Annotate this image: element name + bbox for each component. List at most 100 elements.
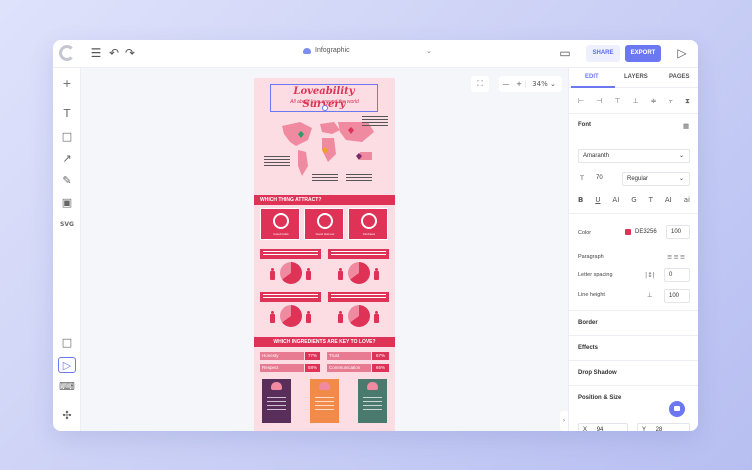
attract-card[interactable]: Good looks	[260, 208, 300, 240]
pie-chart[interactable]	[280, 262, 302, 284]
effects-section[interactable]: Effects	[578, 345, 598, 351]
draw-tool-icon[interactable]: ✎	[58, 173, 76, 189]
y-position-field[interactable]: Y 28	[637, 423, 690, 431]
font-family-select[interactable]: Amaranth ⌄	[578, 149, 690, 163]
canvas-area[interactable]: ⛶ — + 34% ⌄ Loveability Survery All abou…	[81, 68, 568, 431]
x-position-field[interactable]: X 94	[578, 423, 628, 431]
text-transform-button[interactable]: T	[649, 196, 653, 204]
map-annotation	[362, 116, 388, 128]
text-format-toolbar: B U AI G T AI ai	[578, 196, 690, 204]
distribute-icon[interactable]: ⧗	[685, 97, 690, 106]
pie-chart[interactable]	[280, 305, 302, 327]
pie-chart[interactable]	[348, 305, 370, 327]
comment-icon[interactable]: ▭	[558, 46, 572, 60]
section-heading[interactable]: WHICH THING ATTRACT?	[254, 195, 395, 205]
letter-spacing-icon: |↕|	[645, 271, 655, 279]
glyph-button[interactable]: G	[631, 196, 636, 204]
svg-tool-icon[interactable]: SVG	[58, 217, 76, 233]
lowercase-button[interactable]: ai	[684, 196, 690, 204]
person-icon	[338, 311, 343, 323]
question-box[interactable]	[260, 292, 321, 302]
letter-spacing-field[interactable]: 0	[664, 268, 690, 282]
share-button[interactable]: SHARE	[586, 45, 620, 62]
tab-pages[interactable]: PAGES	[669, 74, 690, 80]
line-tool-icon[interactable]: ↗	[58, 151, 76, 167]
border-section[interactable]: Border	[578, 320, 598, 326]
tab-layers[interactable]: LAYERS	[624, 74, 648, 80]
zoom-level[interactable]: 34% ⌄	[525, 80, 562, 88]
redo-icon[interactable]: ↷	[123, 46, 137, 60]
align-top-icon[interactable]: ⊥	[633, 97, 639, 106]
zoom-in-button[interactable]: +	[513, 80, 525, 88]
ingredient-value: 67%	[372, 352, 389, 360]
menu-icon[interactable]: ☰	[89, 46, 103, 60]
line-height-field[interactable]: 100	[664, 289, 690, 303]
align-middle-icon[interactable]: ≑	[651, 97, 657, 106]
color-swatch[interactable]	[625, 229, 631, 235]
document-title[interactable]: Infographic	[303, 47, 350, 54]
shape-tool-icon[interactable]: □	[58, 129, 76, 145]
play-icon[interactable]: ▷	[675, 46, 689, 60]
question-box[interactable]	[328, 292, 389, 302]
attract-card[interactable]: Good Humour	[304, 208, 344, 240]
add-tool-icon[interactable]: +	[58, 76, 76, 92]
text-case-button[interactable]: AI	[612, 196, 619, 204]
color-opacity-field[interactable]: 100	[666, 225, 690, 239]
undo-icon[interactable]: ↶	[107, 46, 121, 60]
export-button[interactable]: EXPORT	[625, 45, 661, 62]
person-icon	[374, 311, 379, 323]
person-icon	[270, 268, 275, 280]
attract-card[interactable]: Kindness	[348, 208, 388, 240]
chat-support-icon[interactable]	[669, 401, 685, 417]
uppercase-button[interactable]: AI	[665, 196, 672, 204]
rotate-handle[interactable]	[322, 105, 328, 111]
question-box[interactable]	[260, 249, 321, 259]
align-bottom-icon[interactable]: ⫟	[669, 97, 673, 106]
align-center-icon[interactable]: ⊣	[596, 97, 602, 106]
quote-tile[interactable]	[358, 379, 387, 423]
card-label: Good looks	[273, 232, 289, 236]
ingredient-name: Communication	[327, 364, 371, 372]
poster-subtitle[interactable]: All about love around the world	[262, 99, 387, 105]
align-left-icon[interactable]: ⊢	[578, 97, 584, 106]
text-tool-icon[interactable]: T	[58, 106, 76, 122]
ingredient-row[interactable]: Respect 58%	[260, 364, 320, 372]
pie-chart[interactable]	[348, 262, 370, 284]
y-label: Y	[642, 427, 646, 431]
font-settings-icon[interactable]: ▦	[683, 122, 689, 130]
font-size-value[interactable]: 70	[596, 172, 603, 184]
font-family-value: Amaranth	[583, 153, 610, 159]
quote-tile[interactable]	[310, 379, 339, 423]
chevron-down-icon[interactable]: ⌄	[426, 47, 432, 55]
panel-tabs: EDIT LAYERS PAGES	[569, 68, 698, 88]
plugins-icon[interactable]: ✣	[58, 408, 76, 424]
underline-button[interactable]: U	[595, 196, 600, 204]
keyboard-icon[interactable]: ⌨	[58, 379, 76, 395]
collapse-panel-button[interactable]: ›	[560, 411, 568, 431]
tab-edit[interactable]: EDIT	[585, 74, 599, 80]
paragraph-align-icon[interactable]: ≡≡≡	[667, 253, 686, 261]
fit-screen-icon[interactable]: ⛶	[471, 76, 489, 92]
x-label: X	[583, 427, 588, 431]
infographic-poster[interactable]: Loveability Survery All about love aroun…	[254, 78, 395, 431]
section-heading[interactable]: WHICH INGREDIENTS ARE KEY TO LOVE?	[254, 337, 395, 347]
select-tool-icon[interactable]: ▷	[58, 357, 76, 373]
zoom-out-button[interactable]: —	[499, 80, 513, 88]
map-annotation	[312, 174, 338, 183]
position-size-section[interactable]: Position & Size	[578, 395, 621, 401]
card-label: Kindness	[362, 232, 376, 236]
frame-tool-icon[interactable]: □	[58, 335, 76, 351]
question-box[interactable]	[328, 249, 389, 259]
ingredient-row[interactable]: Honesty 77%	[260, 352, 320, 360]
drop-shadow-section[interactable]: Drop Shadow	[578, 370, 617, 376]
quote-tile[interactable]	[262, 379, 291, 423]
font-weight-select[interactable]: Regular ⌄	[622, 172, 690, 186]
image-tool-icon[interactable]: ▣	[58, 195, 76, 211]
ingredient-row[interactable]: Communication 65%	[327, 364, 389, 372]
ingredient-row[interactable]: Trust 67%	[327, 352, 389, 360]
color-hex-value[interactable]: DE3256	[635, 226, 657, 238]
align-right-icon[interactable]: ⊤	[614, 97, 620, 106]
bold-button[interactable]: B	[578, 196, 583, 204]
heart-icon	[271, 382, 282, 390]
divider	[569, 360, 698, 361]
